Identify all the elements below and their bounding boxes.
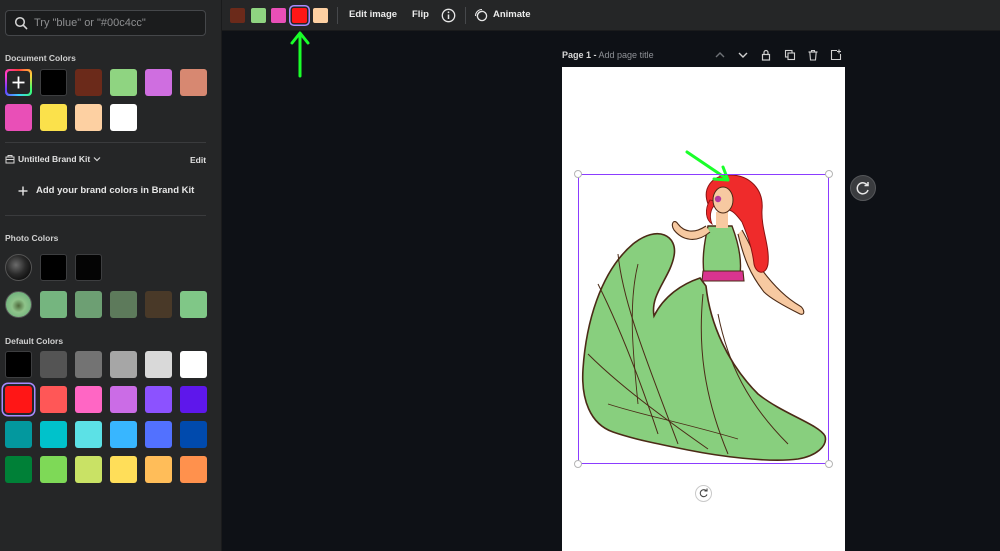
plus-icon <box>18 186 28 195</box>
default-color-swatch[interactable] <box>145 351 172 378</box>
photo-color-swatch[interactable] <box>40 254 67 281</box>
color-sidebar: Document Colors Untitled Brand Kit Edit … <box>0 0 222 551</box>
toolbar-color-swatch[interactable] <box>230 8 245 23</box>
photo-color-swatch[interactable] <box>40 291 67 318</box>
duplicate-icon[interactable] <box>784 49 796 61</box>
add-page-icon[interactable] <box>830 49 842 61</box>
toolbar-color-swatch[interactable] <box>292 8 307 23</box>
default-color-swatch[interactable] <box>40 421 67 448</box>
brand-kit-label: Untitled Brand Kit <box>18 154 91 164</box>
sidebar-divider <box>5 142 206 143</box>
default-color-swatch[interactable] <box>110 421 137 448</box>
photo-color-swatch[interactable] <box>145 291 172 318</box>
plus-icon <box>12 76 25 89</box>
brand-kit-edit-link[interactable]: Edit <box>190 155 206 165</box>
page-title-placeholder[interactable]: Add page title <box>599 50 654 60</box>
document-color-swatch[interactable] <box>5 104 32 131</box>
default-color-swatch[interactable] <box>75 386 102 413</box>
document-color-swatch[interactable] <box>40 104 67 131</box>
default-color-swatch[interactable] <box>75 456 102 483</box>
document-color-swatch[interactable] <box>180 69 207 96</box>
trash-icon[interactable] <box>807 49 819 61</box>
toolbar-divider <box>465 7 466 24</box>
resize-handle-bottom-left[interactable] <box>574 460 582 468</box>
chevron-up-icon[interactable] <box>714 49 726 61</box>
document-color-swatch[interactable] <box>145 69 172 96</box>
add-brand-colors-label: Add your brand colors in Brand Kit <box>36 185 195 196</box>
default-color-swatch[interactable] <box>110 386 137 413</box>
default-color-swatch[interactable] <box>180 456 207 483</box>
default-color-swatch[interactable] <box>40 386 67 413</box>
info-icon[interactable] <box>441 8 456 23</box>
page-number-label: Page 1 - <box>562 50 597 60</box>
add-color-button[interactable] <box>5 69 32 96</box>
annotation-arrow-up <box>290 31 310 78</box>
resize-handle-bottom-right[interactable] <box>825 460 833 468</box>
document-color-swatch[interactable] <box>75 104 102 131</box>
default-color-swatch[interactable] <box>110 351 137 378</box>
default-color-swatch[interactable] <box>5 456 32 483</box>
editor-toolbar: Edit image Flip Animate <box>222 0 1000 31</box>
color-search-input[interactable] <box>34 14 202 32</box>
resize-handle-top-right[interactable] <box>825 170 833 178</box>
document-color-swatch[interactable] <box>110 69 137 96</box>
photo-color-swatch[interactable] <box>75 254 102 281</box>
default-color-swatch[interactable] <box>145 456 172 483</box>
photo-color-swatch[interactable] <box>75 291 102 318</box>
page-title[interactable]: Page 1 - Add page title <box>562 50 654 60</box>
rotate-handle[interactable] <box>695 485 712 502</box>
default-color-swatch[interactable] <box>110 456 137 483</box>
toolbar-color-swatch[interactable] <box>313 8 328 23</box>
document-color-swatch[interactable] <box>110 104 137 131</box>
document-color-swatch[interactable] <box>40 69 67 96</box>
resize-handle-top-left[interactable] <box>574 170 582 178</box>
default-color-swatch[interactable] <box>180 421 207 448</box>
animate-button[interactable]: Animate <box>493 9 530 20</box>
default-color-swatch[interactable] <box>40 456 67 483</box>
photo-thumbnail[interactable] <box>5 291 32 318</box>
default-color-swatch[interactable] <box>75 421 102 448</box>
edit-image-button[interactable]: Edit image <box>349 9 397 20</box>
chevron-down-icon <box>93 157 101 162</box>
default-color-swatch[interactable] <box>5 421 32 448</box>
photo-color-swatch[interactable] <box>180 291 207 318</box>
color-search-box[interactable] <box>5 10 206 36</box>
toolbar-color-swatch[interactable] <box>251 8 266 23</box>
lock-icon[interactable] <box>760 49 772 61</box>
document-colors-heading: Document Colors <box>5 53 76 63</box>
flip-button[interactable]: Flip <box>412 9 429 20</box>
brand-kit-icon <box>5 155 15 164</box>
regenerate-button[interactable] <box>850 175 876 201</box>
default-color-swatch[interactable] <box>5 351 32 378</box>
default-color-swatch[interactable] <box>145 421 172 448</box>
default-color-swatch[interactable] <box>145 386 172 413</box>
add-brand-colors-button[interactable]: Add your brand colors in Brand Kit <box>18 185 194 196</box>
selection-frame[interactable] <box>578 174 829 464</box>
animate-icon <box>474 8 488 22</box>
document-color-swatch[interactable] <box>75 69 102 96</box>
default-color-swatch[interactable] <box>40 351 67 378</box>
toolbar-divider <box>337 7 338 24</box>
default-colors-heading: Default Colors <box>5 336 64 346</box>
chevron-down-icon[interactable] <box>737 49 749 61</box>
default-color-swatch[interactable] <box>75 351 102 378</box>
sidebar-divider <box>5 215 206 216</box>
photo-thumbnail[interactable] <box>5 254 32 281</box>
rotate-icon <box>699 488 708 498</box>
brand-kit-dropdown[interactable]: Untitled Brand Kit <box>5 154 101 164</box>
photo-colors-heading: Photo Colors <box>5 233 59 243</box>
photo-color-swatch[interactable] <box>110 291 137 318</box>
search-icon <box>14 16 28 30</box>
refresh-icon <box>856 182 869 195</box>
default-color-swatch[interactable] <box>5 386 32 413</box>
default-color-swatch[interactable] <box>180 386 207 413</box>
toolbar-color-swatch[interactable] <box>271 8 286 23</box>
default-color-swatch[interactable] <box>180 351 207 378</box>
